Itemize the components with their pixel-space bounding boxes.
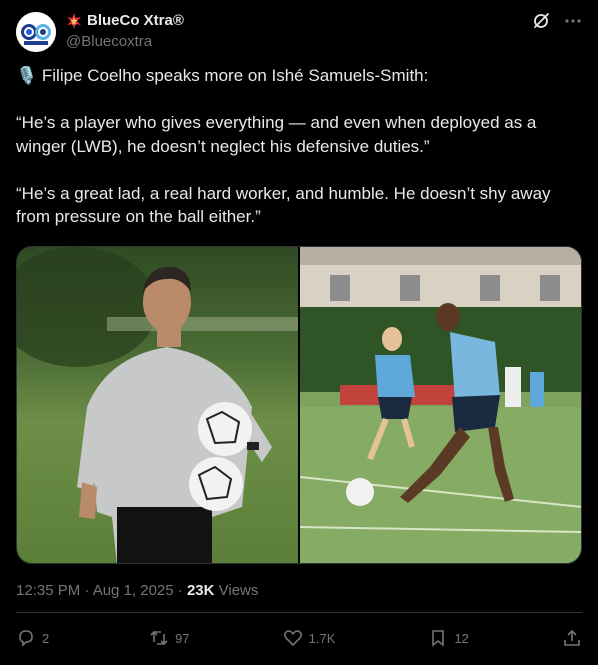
media-grid[interactable] <box>16 246 582 564</box>
display-name[interactable]: BlueCo Xtra® <box>87 12 184 29</box>
author-name-row[interactable]: BlueCo Xtra® <box>66 12 184 29</box>
reply-count: 2 <box>42 630 50 646</box>
reply-icon <box>16 628 36 648</box>
tweet-quote-2: “He’s a great lad, a real hard worker, a… <box>16 183 551 227</box>
more-options-icon[interactable] <box>564 12 582 30</box>
divider <box>16 612 582 613</box>
share-button[interactable] <box>562 628 582 648</box>
repost-icon <box>149 628 169 648</box>
tweet-meta: 12:35 PM · Aug 1, 2025 · 23K Views <box>16 582 258 599</box>
timestamp[interactable]: 12:35 PM · Aug 1, 2025 · <box>16 582 187 599</box>
tweet-text: 🎙️ Filipe Coelho speaks more on Ishé Sam… <box>16 64 582 229</box>
action-bar: 2 97 1.7K 12 <box>16 628 582 648</box>
views-label: Views <box>214 582 259 599</box>
photo-training-player[interactable] <box>300 247 581 563</box>
bookmark-button[interactable]: 12 <box>428 628 469 648</box>
bookmark-count: 12 <box>454 630 469 646</box>
club-logo-icon <box>16 12 56 52</box>
share-icon <box>562 628 582 648</box>
repost-count: 97 <box>175 630 190 646</box>
bookmark-icon <box>428 628 448 648</box>
collision-emoji-icon <box>66 12 82 29</box>
reply-button[interactable]: 2 <box>16 628 56 648</box>
like-count: 1.7K <box>308 630 336 646</box>
like-button[interactable]: 1.7K <box>283 628 336 648</box>
repost-button[interactable]: 97 <box>149 628 190 648</box>
grok-icon[interactable] <box>532 12 550 30</box>
tweet-line-intro: 🎙️ Filipe Coelho speaks more on Ishé Sam… <box>16 66 429 85</box>
top-actions <box>532 12 582 30</box>
tweet-quote-1: “He’s a player who gives everything — an… <box>16 113 537 156</box>
handle[interactable]: @Bluecoxtra <box>66 33 152 50</box>
views-count: 23K <box>186 582 215 599</box>
photo-coach[interactable] <box>17 247 298 563</box>
avatar[interactable] <box>16 12 56 52</box>
heart-icon <box>283 628 303 648</box>
